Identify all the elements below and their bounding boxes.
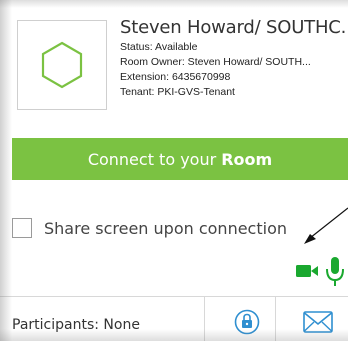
participants-bar: Participants: None — [0, 296, 348, 341]
share-screen-row: Share screen upon connection — [12, 213, 287, 243]
extension-text: Extension: 6435670998 — [120, 71, 231, 83]
avatar — [17, 20, 107, 110]
participants-label: Participants: None — [12, 317, 140, 333]
footer-divider — [275, 297, 276, 341]
user-name: Steven Howard/ SOUTHC... — [120, 17, 348, 38]
connect-button-label: Connect to your — [87, 149, 217, 169]
share-screen-label: Share screen upon connection — [44, 218, 287, 238]
hexagon-icon — [41, 41, 83, 89]
camera-icon[interactable] — [295, 263, 319, 279]
vidyo-room-panel: Steven Howard/ SOUTHC... Status: Availab… — [0, 0, 348, 341]
status-text: Status: Available — [120, 41, 198, 53]
left-edge-shadow — [0, 0, 12, 341]
envelope-icon[interactable] — [303, 311, 333, 333]
profile-info: Steven Howard/ SOUTHC... Status: Availab… — [120, 16, 348, 100]
tenant-text: Tenant: PKI-GVS-Tenant — [120, 86, 235, 98]
room-owner-text: Room Owner: Steven Howard/ SOUTH... — [120, 56, 311, 68]
microphone-icon[interactable] — [325, 256, 345, 288]
annotation-arrow — [304, 207, 348, 244]
connect-room-button[interactable]: Connect to your Room — [12, 138, 348, 180]
connect-button-label-bold: Room — [221, 149, 273, 169]
top-edge-shadow — [0, 0, 348, 8]
lock-icon[interactable] — [234, 309, 260, 335]
share-screen-checkbox[interactable] — [12, 218, 32, 238]
footer-divider — [204, 297, 205, 341]
